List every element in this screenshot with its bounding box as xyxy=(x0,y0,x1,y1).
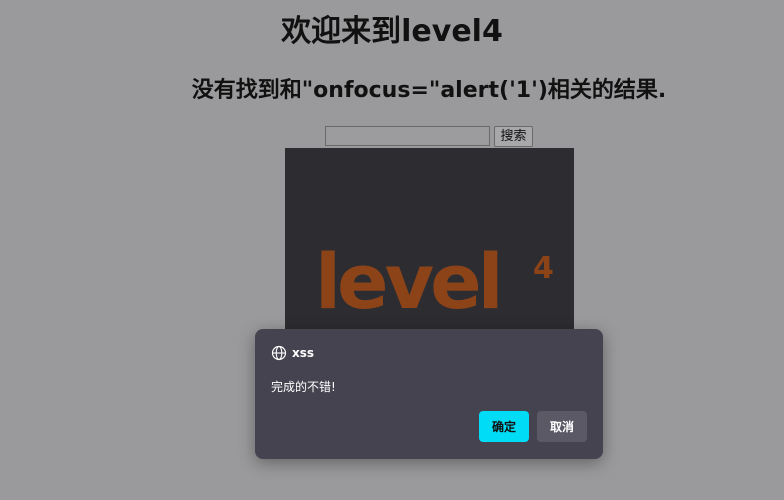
dialog-message: 完成的不错! xyxy=(271,380,336,394)
cancel-button[interactable]: 取消 xyxy=(537,411,587,442)
dialog-site-name: xss xyxy=(292,346,315,360)
dialog-header: xss xyxy=(271,345,314,361)
search-result-message: 没有找到和"onfocus="alert('1')相关的结果. xyxy=(191,78,667,103)
page-title: 欢迎来到level4 xyxy=(281,14,503,49)
ok-button[interactable]: 确定 xyxy=(479,411,529,442)
search-input[interactable] xyxy=(325,126,490,146)
level-image: level 4 xyxy=(285,148,574,329)
logo-text: level xyxy=(315,237,500,326)
level4-logo: level 4 xyxy=(315,237,554,326)
logo-superscript: 4 xyxy=(533,251,554,286)
globe-icon xyxy=(271,345,287,361)
search-button[interactable]: 搜索 xyxy=(494,126,533,147)
alert-dialog: xss 完成的不错! 确定 取消 xyxy=(255,329,603,459)
